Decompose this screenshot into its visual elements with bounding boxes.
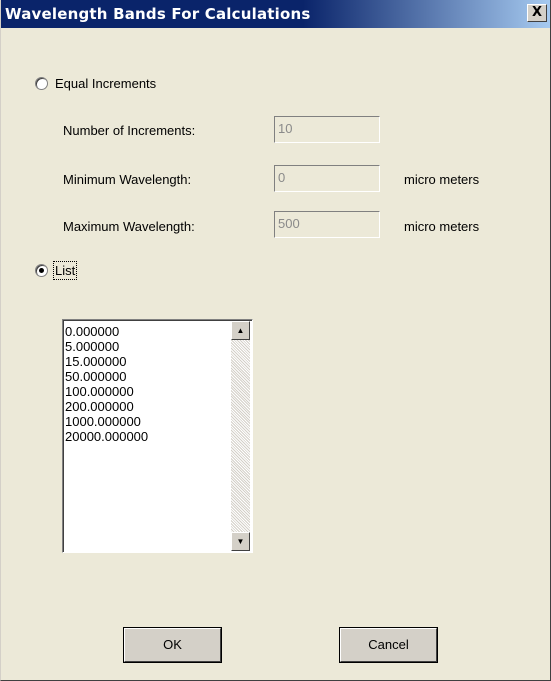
title-bar[interactable]: Wavelength Bands For Calculations X — [1, 0, 550, 28]
scroll-down-icon: ▼ — [236, 537, 245, 546]
dialog-title: Wavelength Bands For Calculations — [5, 5, 311, 23]
list-item[interactable]: 0.000000 — [65, 324, 230, 339]
list-item[interactable]: 15.000000 — [65, 354, 230, 369]
list-radio[interactable] — [35, 264, 48, 277]
close-button[interactable]: X — [527, 4, 547, 22]
minimum-wavelength-input[interactable]: 0 — [274, 165, 380, 192]
wavelength-listbox[interactable]: 0.000000 5.000000 15.000000 50.000000 100.00… — [62, 319, 253, 553]
scroll-up-button[interactable]: ▲ — [231, 321, 250, 340]
list-item[interactable]: 200.000000 — [65, 399, 230, 414]
minimum-wavelength-label: Minimum Wavelength: — [63, 172, 192, 187]
number-of-increments-label: Number of Increments: — [63, 123, 196, 138]
maximum-wavelength-input[interactable]: 500 — [274, 211, 380, 238]
equal-increments-option[interactable]: Equal Increments — [35, 76, 156, 91]
list-item[interactable]: 20000.000000 — [65, 429, 230, 444]
scroll-down-button[interactable]: ▼ — [231, 532, 250, 551]
minimum-wavelength-unit: micro meters — [404, 172, 480, 187]
list-option[interactable]: List — [35, 261, 78, 280]
maximum-wavelength-label: Maximum Wavelength: — [63, 219, 195, 234]
list-item[interactable]: 50.000000 — [65, 369, 230, 384]
list-item[interactable]: 100.000000 — [65, 384, 230, 399]
list-scrollbar[interactable]: ▲ ▼ — [231, 321, 250, 551]
equal-increments-label: Equal Increments — [55, 76, 157, 91]
list-label: List — [52, 261, 78, 280]
scroll-up-icon: ▲ — [236, 326, 245, 335]
cancel-button[interactable]: Cancel — [340, 628, 437, 662]
wavelength-list: 0.000000 5.000000 15.000000 50.000000 100.00… — [65, 324, 230, 444]
list-item[interactable]: 5.000000 — [65, 339, 230, 354]
ok-button[interactable]: OK — [124, 628, 221, 662]
maximum-wavelength-unit: micro meters — [404, 219, 480, 234]
list-item[interactable]: 1000.000000 — [65, 414, 230, 429]
number-of-increments-input[interactable]: 10 — [274, 116, 380, 143]
equal-increments-radio[interactable] — [35, 77, 48, 90]
wavelength-bands-dialog: Wavelength Bands For Calculations X Equa… — [0, 0, 551, 681]
